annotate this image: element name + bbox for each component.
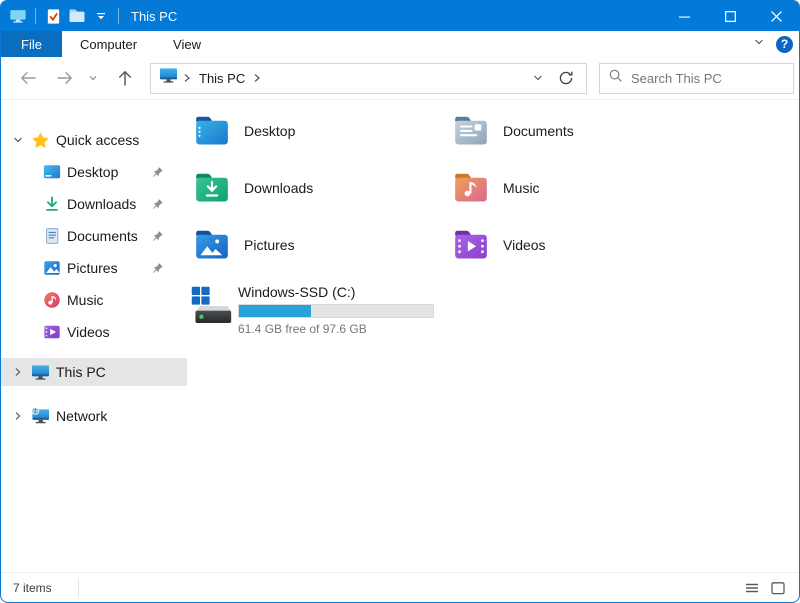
titlebar-separator [35, 8, 36, 24]
up-button[interactable] [112, 68, 138, 88]
folder-label: Music [503, 180, 540, 196]
address-dropdown-chevron-icon[interactable] [526, 71, 550, 85]
downloads-folder-icon [193, 169, 231, 207]
sidebar-item-documents[interactable]: Documents [1, 220, 187, 252]
folder-tile-pictures[interactable]: Pictures [193, 226, 452, 264]
sidebar-item-label: Desktop [67, 164, 118, 180]
breadcrumb-chevron-icon[interactable] [252, 73, 262, 83]
sidebar-item-label: Documents [67, 228, 138, 244]
large-icons-view-button[interactable] [767, 577, 789, 599]
folder-label: Desktop [244, 123, 295, 139]
navigation-pane: Quick access Desktop Downloads [1, 100, 187, 572]
recent-locations-chevron-icon[interactable] [84, 72, 102, 84]
desktop-icon [42, 163, 61, 182]
pin-icon[interactable] [151, 229, 165, 243]
music-folder-icon [452, 169, 490, 207]
pin-icon[interactable] [151, 165, 165, 179]
tab-computer[interactable]: Computer [62, 31, 155, 57]
tab-file[interactable]: File [1, 31, 62, 57]
pictures-icon [42, 259, 61, 278]
sidebar-item-downloads[interactable]: Downloads [1, 188, 187, 220]
hard-drive-icon [189, 284, 233, 328]
capacity-bar [238, 304, 434, 318]
documents-icon [42, 227, 61, 246]
refresh-button[interactable] [554, 70, 578, 86]
close-button[interactable] [753, 1, 799, 31]
folder-label: Videos [503, 237, 546, 253]
search-icon [608, 68, 623, 88]
network-icon [31, 407, 50, 426]
this-pc-window-icon [7, 5, 29, 27]
music-icon [42, 291, 61, 310]
sidebar-item-this-pc[interactable]: This PC [1, 358, 187, 386]
sidebar-item-label: This PC [56, 364, 106, 380]
pin-icon[interactable] [151, 261, 165, 275]
folder-tile-videos[interactable]: Videos [452, 226, 711, 264]
folder-tile-documents[interactable]: Documents [452, 112, 711, 150]
breadcrumb-root-icon [159, 67, 178, 89]
customize-toolbar-dropdown[interactable] [90, 5, 112, 27]
details-view-button[interactable] [741, 577, 763, 599]
drive-free-space-text: 61.4 GB free of 97.6 GB [238, 322, 434, 336]
pictures-folder-icon [193, 226, 231, 264]
sidebar-item-label: Pictures [67, 260, 118, 276]
chevron-down-icon[interactable] [10, 134, 26, 146]
drive-label: Windows-SSD (C:) [238, 284, 434, 300]
sidebar-item-label: Quick access [56, 132, 139, 148]
maximize-button[interactable] [707, 1, 753, 31]
folder-label: Downloads [244, 180, 313, 196]
drive-tile-windows-ssd[interactable]: Windows-SSD (C:) 61.4 GB free of 97.6 GB [189, 284, 799, 336]
forward-button[interactable] [52, 68, 78, 88]
ribbon-collapse-chevron-icon[interactable] [752, 35, 766, 54]
capacity-bar-fill [239, 305, 311, 317]
videos-icon [42, 323, 61, 342]
statusbar-divider [78, 579, 79, 597]
items-view: Desktop Documents Downloads [187, 100, 799, 572]
chevron-right-icon[interactable] [10, 410, 26, 422]
chevron-right-icon[interactable] [10, 366, 26, 378]
minimize-button[interactable] [661, 1, 707, 31]
breadcrumb-chevron-icon[interactable] [182, 73, 192, 83]
back-button[interactable] [15, 68, 41, 88]
breadcrumb-item-this-pc[interactable]: This PC [196, 71, 248, 86]
titlebar[interactable]: This PC [1, 1, 799, 31]
star-icon [31, 131, 50, 150]
sidebar-item-label: Videos [67, 324, 110, 340]
sidebar-item-label: Music [67, 292, 104, 308]
pin-icon[interactable] [151, 197, 165, 211]
ribbon-tab-row: File Computer View ? [1, 31, 799, 57]
this-pc-icon [31, 363, 50, 382]
sidebar-item-pictures[interactable]: Pictures [1, 252, 187, 284]
sidebar-item-videos[interactable]: Videos [1, 316, 187, 348]
sidebar-item-network[interactable]: Network [1, 400, 187, 432]
folder-tile-music[interactable]: Music [452, 169, 711, 207]
new-folder-button[interactable] [66, 5, 88, 27]
sidebar-item-desktop[interactable]: Desktop [1, 156, 187, 188]
desktop-folder-icon [193, 112, 231, 150]
titlebar-separator [118, 8, 119, 24]
folder-tile-desktop[interactable]: Desktop [193, 112, 452, 150]
window-title: This PC [131, 9, 177, 24]
search-input[interactable] [631, 71, 785, 86]
folder-tile-downloads[interactable]: Downloads [193, 169, 452, 207]
folder-label: Documents [503, 123, 574, 139]
address-bar[interactable]: This PC [150, 63, 587, 94]
item-count: 7 items [13, 581, 52, 595]
explorer-window: This PC File Computer View ? [0, 0, 800, 603]
statusbar: 7 items [1, 572, 799, 602]
help-button[interactable]: ? [776, 36, 793, 53]
quick-access-toolbar [1, 5, 123, 27]
navigation-toolbar: This PC [1, 57, 799, 99]
search-box[interactable] [599, 63, 794, 94]
tab-view[interactable]: View [155, 31, 219, 57]
downloads-icon [42, 195, 61, 214]
folder-label: Pictures [244, 237, 295, 253]
properties-button[interactable] [42, 5, 64, 27]
sidebar-item-music[interactable]: Music [1, 284, 187, 316]
sidebar-item-label: Network [56, 408, 107, 424]
sidebar-item-quick-access[interactable]: Quick access [1, 124, 187, 156]
documents-folder-icon [452, 112, 490, 150]
videos-folder-icon [452, 226, 490, 264]
sidebar-item-label: Downloads [67, 196, 136, 212]
